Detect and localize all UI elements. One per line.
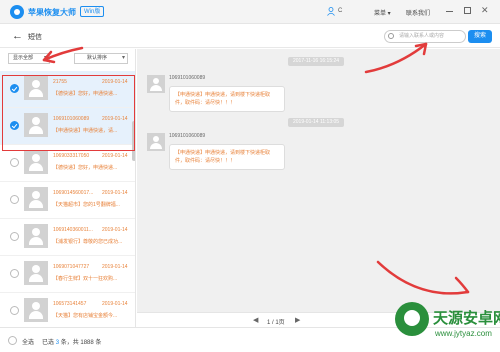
message-sender: 1069101060089 (169, 133, 206, 139)
conversation-panel: 2017-11-16 16:15:24 1069101060089 【申通快递】… (137, 49, 500, 327)
avatar (24, 298, 48, 322)
avatar (24, 187, 48, 211)
annotation-highlight-box (2, 75, 135, 151)
search-icon (388, 33, 394, 39)
snippet: 【德快递】您好，申通快递... (53, 165, 118, 171)
avatar (24, 224, 48, 248)
checkbox[interactable] (10, 306, 19, 315)
selection-count: 已选 3 条，共 1888 条 (42, 337, 101, 346)
checkbox[interactable] (10, 269, 19, 278)
app-logo-icon (10, 5, 24, 19)
prev-page-icon[interactable]: ◀ (253, 316, 258, 324)
message-bubble: 【申通快递】申通快递，请到楼下快递柜取件，取件码：请尽快！！！ (169, 144, 285, 170)
checkbox[interactable] (10, 195, 19, 204)
page-title: 短信 (28, 34, 42, 41)
minimize-icon[interactable] (446, 11, 453, 12)
sender: 1069014560017... (53, 190, 94, 196)
selected-number: 3 (55, 340, 60, 346)
filter-row: 显示全部 默认排序 (0, 49, 135, 69)
checkbox[interactable] (10, 158, 19, 167)
snippet: 【天猫超市】您的1号翻牌福... (53, 202, 120, 208)
avatar (147, 133, 165, 151)
list-item[interactable]: 1069140360011... 2019-01-14 【浦发银行】尊敬的您已成… (0, 219, 135, 256)
watermark-logo-icon (395, 302, 429, 336)
list-item[interactable]: 106573141457 2019-01-14 【天猫】您有店铺宝金额今... (0, 293, 135, 327)
user-icon[interactable] (327, 7, 335, 16)
sender: 1069140360011... (53, 227, 93, 233)
menu-button[interactable]: 菜单 ▾ (374, 8, 391, 17)
site-watermark: 天源安卓网 www.jytyaz.com (395, 302, 500, 348)
back-arrow-icon[interactable]: ← (12, 30, 23, 42)
list-item[interactable]: 1069014560017... 2019-01-14 【天猫超市】您的1号翻牌… (0, 182, 135, 219)
selected-prefix: 已选 (42, 340, 55, 346)
message-time: 2019-01-14 11:13:05 (288, 118, 345, 127)
app-version-tag: Win版 (80, 6, 105, 17)
checkbox[interactable] (10, 232, 19, 241)
message-sender: 1069101060089 (169, 75, 206, 81)
date: 2019-01-14 (102, 227, 128, 233)
select-all-label[interactable]: 全选 (22, 337, 34, 346)
date: 2019-01-14 (102, 190, 128, 196)
snippet: 【天猫】您有店铺宝金额今... (53, 313, 118, 319)
search-input[interactable]: 请输入联系人或内容 (384, 30, 466, 43)
message-time: 2017-11-16 16:15:24 (288, 57, 345, 66)
app-name: 苹果恢复大师 (28, 8, 76, 17)
next-page-icon[interactable]: ▶ (295, 316, 300, 324)
date: 2019-01-14 (102, 153, 128, 159)
watermark-url: www.jytyaz.com (435, 329, 492, 338)
list-item[interactable]: 1069071047727 2019-01-14 【春行生鲜】双十一狂欢购... (0, 256, 135, 293)
date: 2019-01-14 (102, 301, 128, 307)
page-indicator: 1 / 1页 (267, 320, 285, 326)
toolbar: ← 短信 请输入联系人或内容 搜索 (0, 24, 500, 48)
avatar (24, 150, 48, 174)
avatar (147, 75, 165, 93)
selected-suffix: 条，共 1888 条 (60, 340, 102, 346)
snippet: 【春行生鲜】双十一狂欢购... (53, 276, 118, 282)
show-filter-select[interactable]: 显示全部 (8, 53, 50, 64)
date: 2019-01-14 (102, 264, 128, 270)
maximize-icon[interactable] (464, 7, 471, 14)
user-name[interactable]: C (338, 8, 342, 14)
snippet: 【浦发银行】尊敬的您已成功... (53, 239, 123, 245)
contact-us-button[interactable]: 联系我们 (406, 8, 430, 17)
search-button[interactable]: 搜索 (468, 30, 492, 43)
select-all-checkbox[interactable] (8, 336, 17, 345)
title-bar: 苹果恢复大师 Win版 C 菜单 ▾ 联系我们 ✕ (0, 0, 500, 24)
sender: 106573141457 (53, 301, 87, 307)
sender: 1069071047727 (53, 264, 90, 270)
avatar (24, 261, 48, 285)
watermark-title: 天源安卓网 (433, 309, 500, 327)
sort-select[interactable]: 默认排序 (74, 53, 128, 64)
message-bubble: 【申通快递】申通快递，请到楼下快递柜取件，取件码：请尽快！！！ (169, 86, 285, 112)
close-icon[interactable]: ✕ (481, 5, 489, 16)
sender: 1069033317050 (53, 153, 90, 159)
